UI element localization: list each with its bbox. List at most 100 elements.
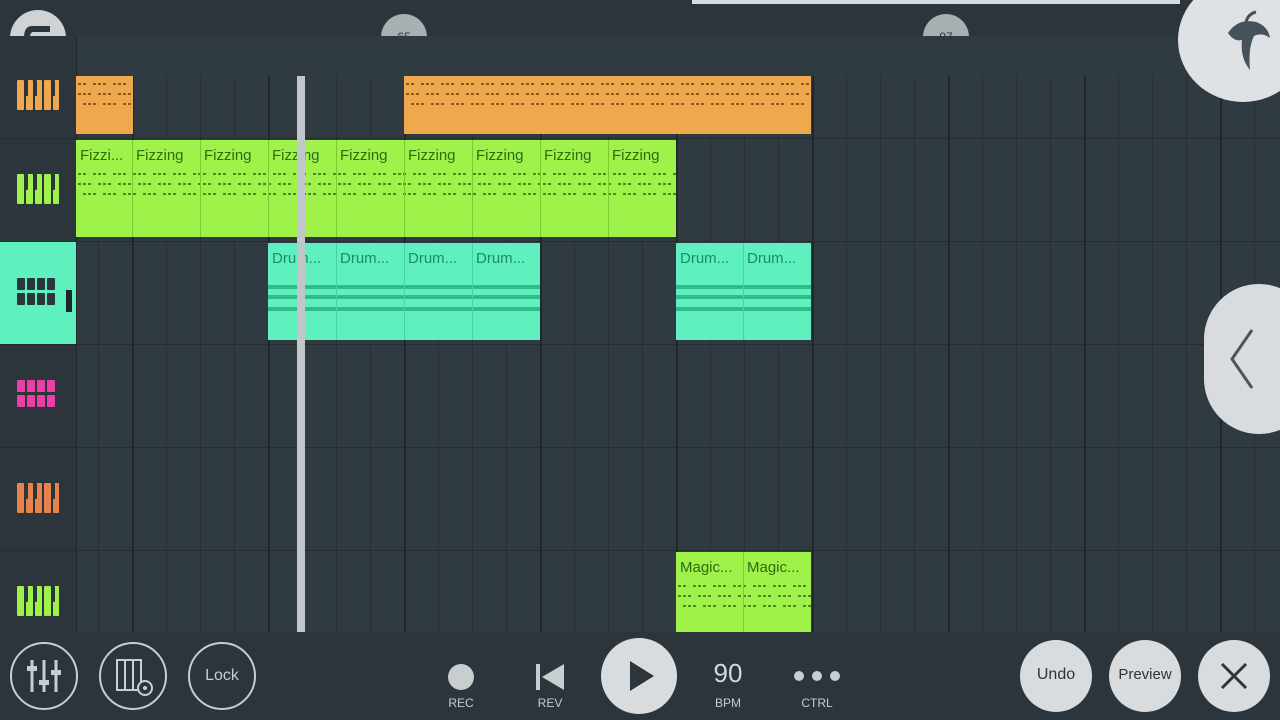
note-dot <box>598 173 601 175</box>
green-keys-icon <box>17 174 59 204</box>
lock-button[interactable]: Lock <box>188 642 256 710</box>
note-dot <box>668 183 671 185</box>
pattern-clip-group[interactable] <box>404 76 811 134</box>
note-dot <box>621 83 624 85</box>
note-dot <box>621 103 624 105</box>
record-button[interactable] <box>448 664 474 690</box>
note-dot <box>746 93 749 95</box>
note-dot <box>628 183 631 185</box>
note-dot <box>93 173 96 175</box>
note-dot <box>233 193 236 195</box>
note-dot <box>783 605 786 607</box>
note-dot <box>753 585 756 587</box>
magic-clip-group[interactable]: Magic... Magic... <box>676 552 811 632</box>
note-dot <box>128 103 131 105</box>
note-dot <box>408 193 411 195</box>
note-dot <box>771 103 774 105</box>
note-dot <box>593 193 596 195</box>
note-dot <box>223 173 226 175</box>
preview-button[interactable]: Preview <box>1109 640 1181 712</box>
note-dot <box>88 103 91 105</box>
note-dot <box>713 605 716 607</box>
track-row-4[interactable] <box>0 345 1280 448</box>
track-2-header[interactable] <box>0 139 77 241</box>
drum-clip-group-2[interactable]: Drum... Drum... <box>676 243 811 340</box>
note-dot <box>243 193 246 195</box>
track-row-5[interactable] <box>0 448 1280 551</box>
clip-separator <box>540 140 541 237</box>
track-4-header[interactable] <box>0 345 77 447</box>
rewind-button[interactable] <box>532 662 568 692</box>
clip-label: Magic... <box>680 559 733 576</box>
orange-keys-icon <box>17 80 59 110</box>
note-dot <box>698 585 701 587</box>
note-dot <box>338 183 341 185</box>
note-dot <box>406 93 409 95</box>
note-dot <box>703 605 706 607</box>
skip-back-icon <box>536 664 564 690</box>
note-dot <box>123 193 126 195</box>
close-button[interactable] <box>1198 640 1270 712</box>
note-dot <box>716 93 719 95</box>
track-row-6[interactable] <box>0 551 1280 633</box>
note-dot <box>708 605 711 607</box>
lock-label: Lock <box>205 667 239 684</box>
bpm-value[interactable]: 90 <box>690 658 766 689</box>
track-3-header[interactable] <box>0 242 77 344</box>
note-dot <box>541 83 544 85</box>
note-dot <box>691 103 694 105</box>
note-dot <box>273 193 276 195</box>
note-dot <box>723 595 726 597</box>
note-dot <box>493 193 496 195</box>
note-dot <box>461 103 464 105</box>
scroll-indicator[interactable] <box>692 0 1180 4</box>
note-dot <box>378 173 381 175</box>
note-dot <box>398 183 401 185</box>
note-dot <box>606 83 609 85</box>
note-dot <box>586 83 589 85</box>
track-6-header[interactable] <box>0 551 77 632</box>
clip-separator <box>472 243 473 340</box>
mixer-icon <box>27 660 61 692</box>
grid-line <box>1016 76 1017 632</box>
note-dot <box>103 103 106 105</box>
instrument-settings-button[interactable] <box>99 642 167 710</box>
track-1-header[interactable] <box>0 36 77 138</box>
drum-clip-group-1[interactable]: Drum...Drum...Drum...Drum... <box>268 243 540 340</box>
track-row-3[interactable] <box>0 242 1280 345</box>
mixer-button[interactable] <box>10 642 78 710</box>
note-dot <box>536 103 539 105</box>
note-dot <box>648 183 651 185</box>
note-dot <box>436 93 439 95</box>
side-panel-handle[interactable] <box>1204 284 1280 434</box>
note-dot <box>471 83 474 85</box>
ctrl-button[interactable] <box>790 664 844 688</box>
note-dot <box>233 173 236 175</box>
clip-separator <box>200 140 201 237</box>
note-dot <box>408 183 411 185</box>
play-button[interactable] <box>601 638 677 714</box>
note-dot <box>368 183 371 185</box>
clip-separator <box>743 552 744 632</box>
note-dot <box>523 173 526 175</box>
fizzing-clip-group[interactable]: Fizzi... Fizzing Fizzing Fizzing Fizzing Fizz… <box>76 140 676 237</box>
note-dot <box>178 183 181 185</box>
undo-button[interactable]: Undo <box>1020 640 1092 712</box>
note-dot <box>733 585 736 587</box>
note-dot <box>203 183 206 185</box>
note-dot <box>591 103 594 105</box>
note-dot <box>526 83 529 85</box>
note-dot <box>123 173 126 175</box>
note-dot <box>758 595 761 597</box>
clip-separator <box>268 140 269 237</box>
playhead[interactable] <box>297 76 305 632</box>
note-dot <box>628 193 631 195</box>
orange-keys-icon <box>17 483 59 513</box>
track-5-header[interactable] <box>0 448 77 550</box>
note-dot <box>138 173 141 175</box>
note-dot <box>228 183 231 185</box>
rec-label: REC <box>448 696 474 710</box>
pattern-clip[interactable] <box>76 76 133 134</box>
note-dot <box>443 193 446 195</box>
note-dot <box>98 93 101 95</box>
